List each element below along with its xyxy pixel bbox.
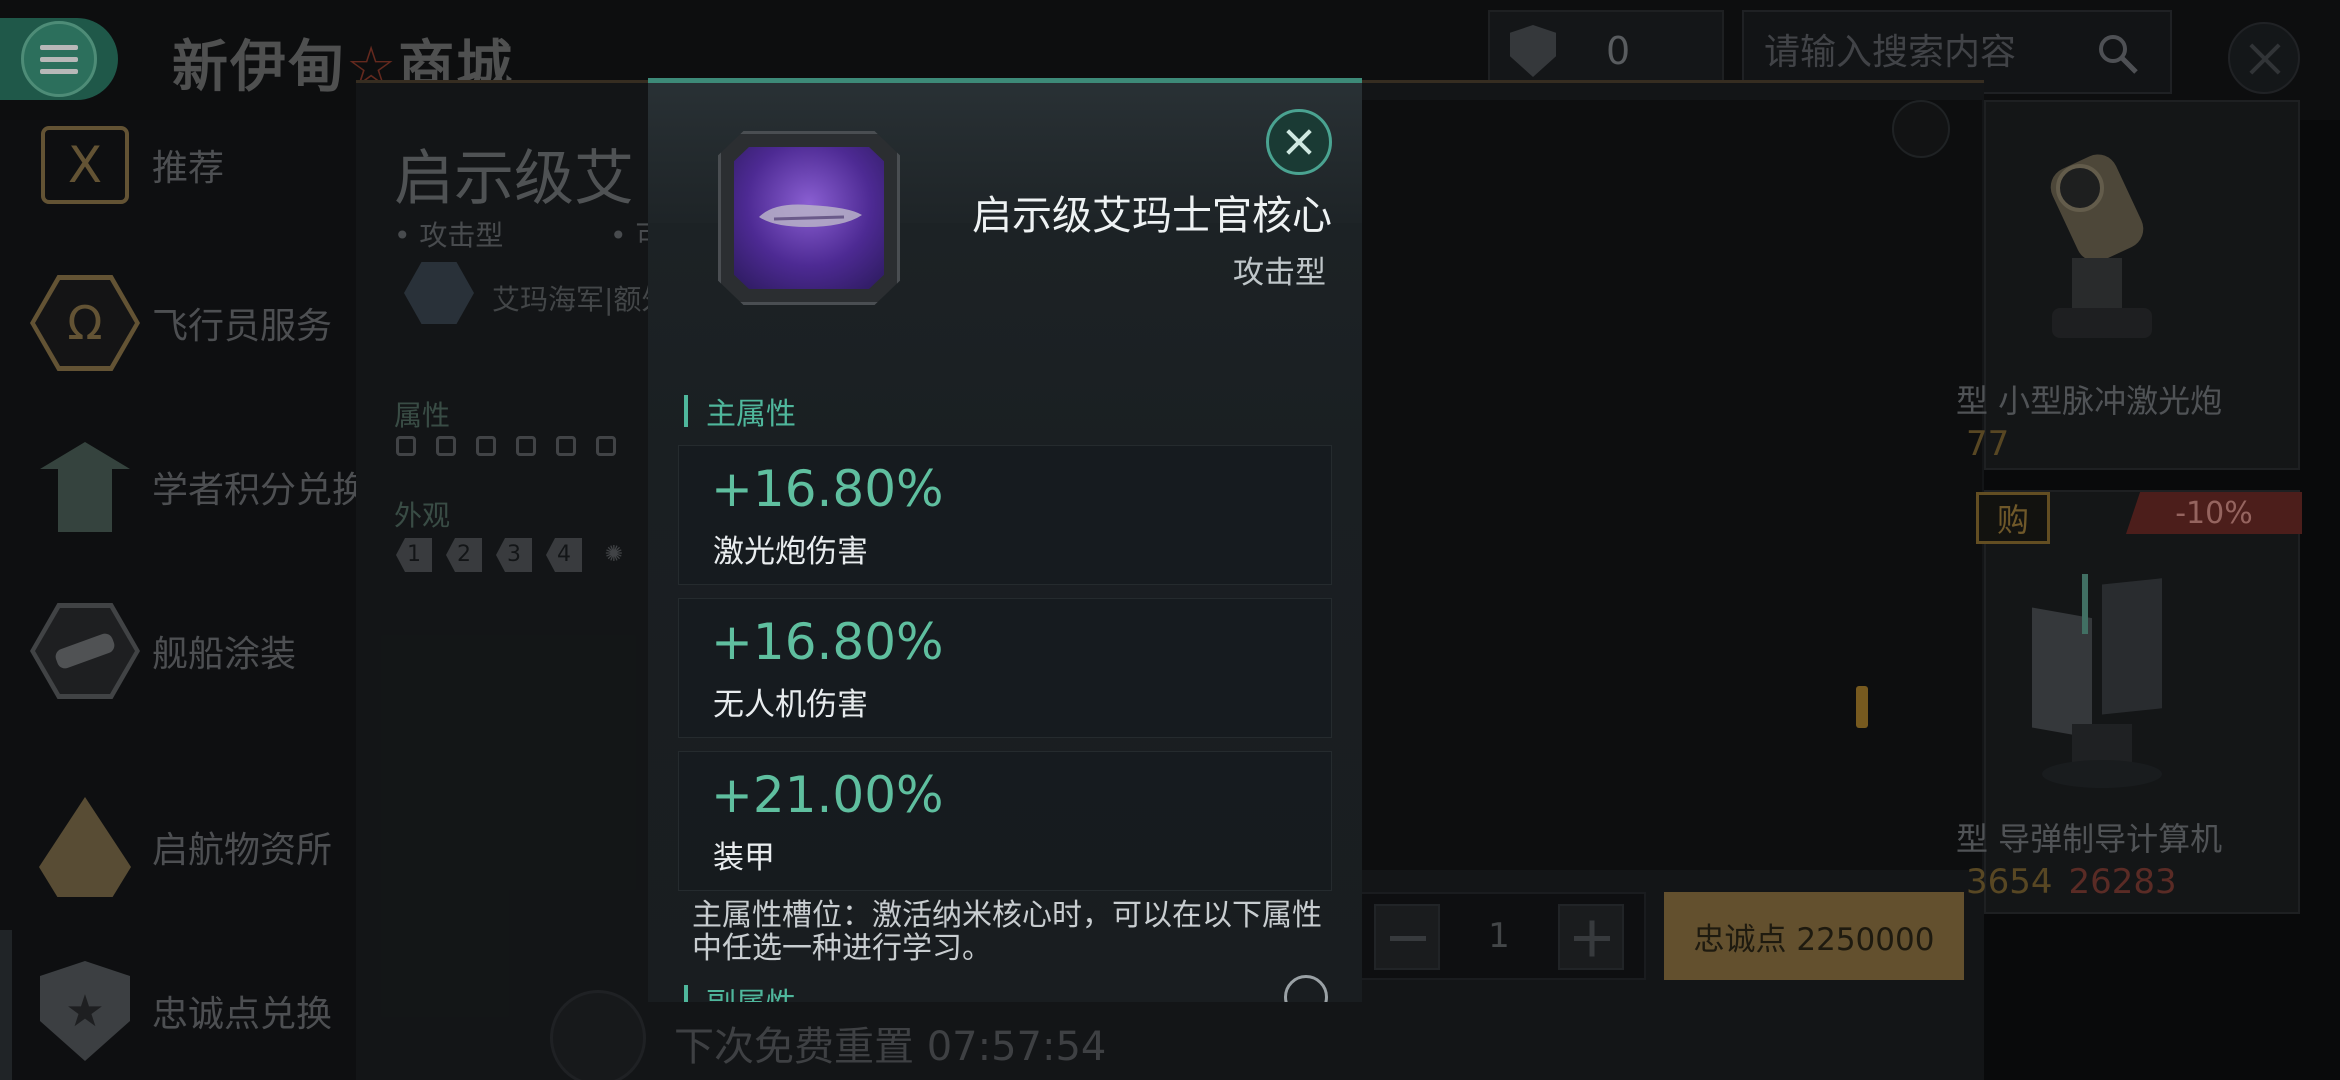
stat-value: +16.80%: [711, 613, 944, 671]
nano-core-icon: [734, 147, 884, 289]
modal-close-button[interactable]: [1266, 109, 1332, 175]
stat-row: +16.80% 无人机伤害: [678, 598, 1332, 738]
slot-description: 主属性槽位：激活纳米核心时，可以在以下属性中任选一种进行学习。: [692, 898, 1322, 966]
item-type: 攻击型: [1233, 255, 1326, 291]
refresh-icon[interactable]: [1284, 975, 1328, 1002]
stat-value: +16.80%: [711, 460, 944, 518]
stat-value: +21.00%: [711, 766, 944, 824]
sub-attr-heading: 副属性: [684, 979, 796, 1002]
stat-name: 激光炮伤害: [713, 534, 868, 570]
stat-name: 无人机伤害: [713, 687, 868, 723]
item-name: 启示级艾玛士官核心: [972, 193, 1332, 239]
stat-row: +21.00% 装甲: [678, 751, 1332, 891]
item-icon-frame: [718, 131, 900, 305]
main-attr-heading: 主属性: [684, 389, 796, 433]
stat-name: 装甲: [713, 840, 775, 876]
stat-row: +16.80% 激光炮伤害: [678, 445, 1332, 585]
item-info-modal: 启示级艾玛士官核心 攻击型 主属性 +16.80% 激光炮伤害 +16.80% …: [648, 78, 1362, 1002]
